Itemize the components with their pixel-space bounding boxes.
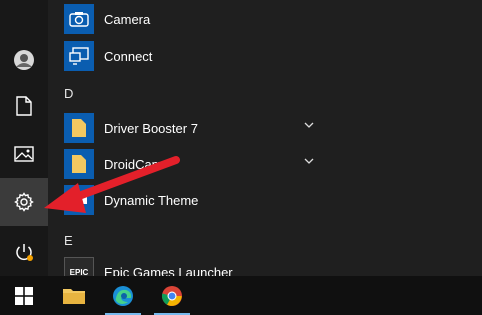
taskbar (0, 276, 482, 315)
pictures-button[interactable] (0, 130, 48, 178)
folder-icon (72, 155, 86, 173)
droidcam-tile (64, 149, 94, 179)
app-connect[interactable]: Connect (64, 41, 364, 71)
app-list: Camera Connect D Driver Booster 7 DroidC… (48, 0, 482, 276)
app-camera[interactable]: Camera (64, 4, 364, 34)
avatar-icon (14, 50, 34, 70)
power-icon (16, 244, 33, 261)
app-label: Driver Booster 7 (104, 120, 198, 136)
start-menu-rail (0, 0, 48, 276)
chrome-icon (161, 285, 182, 306)
app-label: Dynamic Theme (104, 192, 199, 208)
folder-icon (72, 119, 86, 137)
section-header-e[interactable]: E (64, 233, 73, 248)
documents-button[interactable] (0, 82, 48, 130)
app-driver-booster[interactable]: Driver Booster 7 (64, 113, 364, 143)
edge-icon (113, 285, 133, 306)
app-epic-games[interactable]: EPIC Epic Games Launcher (64, 257, 364, 276)
chevron-down-icon[interactable] (304, 122, 314, 129)
settings-button[interactable] (0, 178, 48, 226)
connect-tile (64, 41, 94, 71)
connect-icon (69, 47, 89, 65)
picture-icon (14, 146, 34, 162)
monitor-icon (71, 193, 87, 208)
chevron-down-icon[interactable] (304, 158, 314, 165)
app-droidcam[interactable]: DroidCam (64, 149, 364, 179)
driver-booster-tile (64, 113, 94, 143)
document-icon (16, 96, 32, 116)
dynamic-theme-tile (64, 185, 94, 215)
app-label: Epic Games Launcher (104, 264, 233, 277)
app-label: DroidCam (104, 156, 163, 172)
file-explorer-button[interactable] (50, 276, 98, 315)
folder-icon (63, 288, 85, 304)
power-button[interactable] (0, 228, 48, 276)
camera-icon (69, 12, 89, 27)
start-button[interactable] (0, 276, 48, 315)
gear-icon (14, 192, 34, 212)
user-avatar-button[interactable] (0, 36, 48, 84)
update-badge (27, 255, 33, 261)
epic-tile: EPIC (64, 257, 94, 276)
app-label: Camera (104, 11, 151, 27)
app-dynamic-theme[interactable]: Dynamic Theme (64, 185, 364, 215)
epic-logo-text: EPIC (69, 267, 89, 277)
chrome-button[interactable] (148, 276, 196, 315)
windows-logo-icon (15, 286, 33, 305)
section-header-d[interactable]: D (64, 86, 73, 101)
app-label: Connect (104, 48, 153, 64)
camera-tile (64, 4, 94, 34)
edge-button[interactable] (99, 276, 147, 315)
